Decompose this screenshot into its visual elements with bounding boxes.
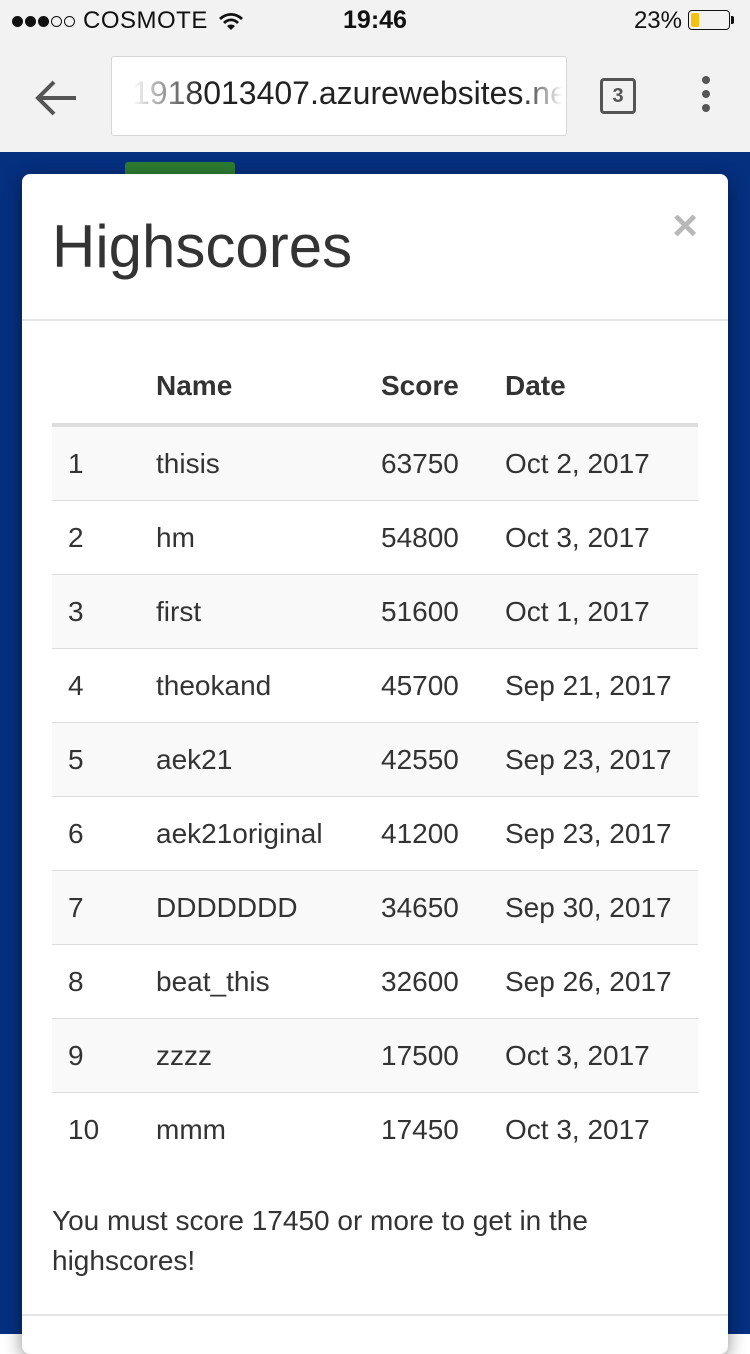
cell-rank: 7 (52, 870, 156, 945)
cell-rank: 8 (52, 944, 156, 1019)
cell-date: Sep 21, 2017 (505, 648, 698, 723)
table-row: 3 first 51600 Oct 1, 2017 (52, 574, 698, 649)
cell-rank: 3 (52, 574, 156, 649)
cell-name: thisis (156, 425, 381, 501)
cell-name: aek21original (156, 796, 381, 871)
cell-rank: 9 (52, 1018, 156, 1093)
cell-rank: 10 (68, 1113, 100, 1145)
battery-icon (688, 10, 736, 32)
cell-name: hm (156, 500, 381, 575)
qualification-note: You must score 17450 or more to get in t… (52, 1205, 588, 1276)
column-header-name: Name (156, 349, 381, 427)
table-row: 2 hm 54800 Oct 3, 2017 (52, 500, 698, 575)
back-arrow-icon[interactable] (32, 78, 80, 118)
column-header-score: Score (381, 349, 505, 427)
cell-score: 32600 (381, 944, 505, 1019)
column-header-date: Date (505, 349, 698, 427)
table-row: 5 aek21 42550 Sep 23, 2017 (52, 722, 698, 797)
cell-date: Sep 23, 2017 (505, 722, 698, 797)
cell-score: 63750 (381, 425, 505, 501)
cell-date: Oct 3, 2017 (505, 1018, 698, 1093)
cell-rank: 4 (52, 648, 156, 723)
table-row: 9 zzzz 17500 Oct 3, 2017 (52, 1018, 698, 1093)
browser-toolbar: 1918013407.azurewebsites.net 3 (0, 40, 750, 152)
cell-name: beat_this (156, 944, 381, 1019)
highscores-modal: Highscores × Name Score Date 1 thisis 6375… (22, 174, 728, 1354)
cell-score: 41200 (381, 796, 505, 871)
table-row: 8 beat_this 32600 Sep 26, 2017 (52, 944, 698, 1019)
column-header-rank (52, 349, 156, 427)
cell-name: first (156, 574, 381, 649)
table-header-row: Name Score Date (52, 349, 698, 427)
cell-score: 42550 (381, 722, 505, 797)
tabs-icon[interactable]: 3 (600, 78, 636, 114)
cell-name: zzzz (156, 1018, 381, 1093)
highscores-table: Name Score Date 1 thisis 63750 Oct 2, 2017 2… (52, 349, 698, 1166)
cell-name: DDDDDDD (156, 870, 381, 945)
battery-level (691, 13, 699, 27)
cell-score: 54800 (381, 500, 505, 575)
cell-rank: 5 (52, 722, 156, 797)
modal-header: Highscores × (22, 174, 728, 321)
cell-score: 17450 (381, 1113, 459, 1145)
battery-percent: 23% (633, 7, 682, 34)
cell-date: Oct 1, 2017 (505, 574, 698, 649)
overflow-menu-icon[interactable] (695, 76, 717, 116)
cell-date: Sep 23, 2017 (505, 796, 698, 871)
cell-date: Oct 2, 2017 (505, 425, 698, 501)
cell-rank: 2 (52, 500, 156, 575)
table-row: 1 thisis 63750 Oct 2, 2017 (52, 425, 698, 501)
status-bar: COSMOTE 19:46 23% (0, 0, 750, 40)
cell-date: Oct 3, 2017 (505, 500, 698, 575)
cell-rank: 1 (52, 425, 156, 501)
table-row: 10 mmm 17450 Oct 3, 2017 (52, 1093, 698, 1167)
close-button[interactable]: × (672, 204, 698, 248)
table-row: 7 DDDDDDD 34650 Sep 30, 2017 (52, 870, 698, 945)
cell-score: 51600 (381, 574, 505, 649)
cell-name: theokand (156, 648, 381, 723)
cell-date: Sep 30, 2017 (505, 870, 698, 945)
cell-score: 17500 (381, 1018, 505, 1093)
modal-title: Highscores (52, 213, 353, 280)
cell-name: mmm (156, 1113, 226, 1145)
modal-footer-divider (22, 1314, 728, 1316)
url-text: 1918013407.azurewebsites.net (132, 75, 567, 111)
url-bar[interactable]: 1918013407.azurewebsites.net (111, 56, 567, 136)
cell-score: 45700 (381, 648, 505, 723)
cell-name: aek21 (156, 722, 381, 797)
table-row: 6 aek21original 41200 Sep 23, 2017 (52, 796, 698, 871)
cell-date: Sep 26, 2017 (505, 944, 698, 1019)
status-right: 23% (634, 7, 736, 35)
table-row: 4 theokand 45700 Sep 21, 2017 (52, 648, 698, 723)
cell-score: 34650 (381, 870, 505, 945)
cell-date: Oct 3, 2017 (505, 1113, 650, 1145)
cell-rank: 6 (52, 796, 156, 871)
